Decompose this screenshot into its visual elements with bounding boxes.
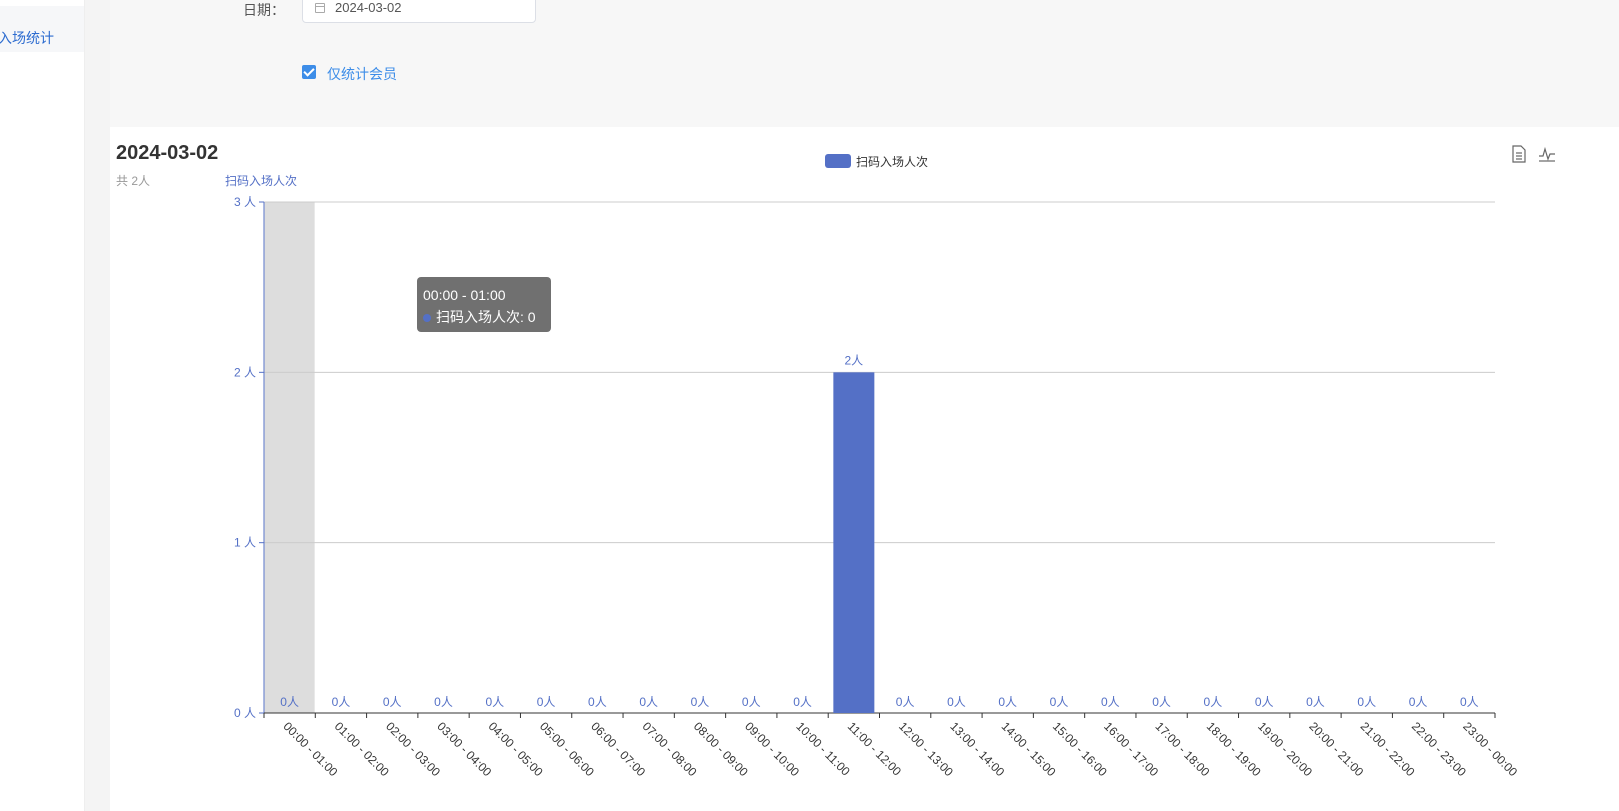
bar bbox=[833, 372, 875, 713]
bar-value-label: 0人 bbox=[896, 695, 915, 709]
bar-value-label: 0人 bbox=[1204, 695, 1223, 709]
bar-value-label: 0人 bbox=[742, 695, 761, 709]
y-tick-label: 2 人 bbox=[234, 365, 256, 379]
bar-value-label: 0人 bbox=[947, 695, 966, 709]
bar-value-label: 0人 bbox=[1050, 695, 1069, 709]
tooltip-row: 扫码入场人次: 0 bbox=[423, 306, 545, 328]
bar-value-label: 0人 bbox=[1460, 695, 1479, 709]
bar-value-label: 2人 bbox=[845, 353, 864, 367]
bar-value-label: 0人 bbox=[434, 695, 453, 709]
tooltip-row-text: 扫码入场人次: 0 bbox=[436, 309, 536, 325]
bar-value-label: 0人 bbox=[1101, 695, 1120, 709]
bar-value-label: 0人 bbox=[1152, 695, 1171, 709]
page: 入场统计 日期： 2024-03-02 仅统计会员 2024-03-02 共 2… bbox=[0, 0, 1619, 811]
bar-value-label: 0人 bbox=[1306, 695, 1325, 709]
bar-value-label: 0人 bbox=[280, 695, 299, 709]
tooltip-title: 00:00 - 01:00 bbox=[423, 287, 506, 303]
bar-value-label: 0人 bbox=[485, 695, 504, 709]
x-tick-label: 10:00 - 11:00 bbox=[793, 719, 853, 779]
bar-value-label: 0人 bbox=[1409, 695, 1428, 709]
bar-value-label: 0人 bbox=[332, 695, 351, 709]
bar-value-label: 0人 bbox=[383, 695, 402, 709]
bar-value-label: 0人 bbox=[537, 695, 556, 709]
tooltip-series-dot bbox=[423, 314, 431, 323]
bar-value-label: 0人 bbox=[1255, 695, 1274, 709]
bar-value-label: 0人 bbox=[793, 695, 812, 709]
y-tick-label: 3 人 bbox=[234, 195, 256, 209]
y-tick-label: 0 人 bbox=[234, 706, 256, 720]
bar-value-label: 0人 bbox=[691, 695, 710, 709]
x-tick-label: 23:00 - 00:00 bbox=[1460, 719, 1520, 779]
bar-value-label: 0人 bbox=[588, 695, 607, 709]
x-tick-label: 11:00 - 12:00 bbox=[845, 719, 905, 779]
bar-value-label: 0人 bbox=[639, 695, 658, 709]
bar-value-label: 0人 bbox=[1357, 695, 1376, 709]
bar-value-label: 0人 bbox=[998, 695, 1017, 709]
bar-chart: 0 人1 人2 人3 人0人00:00 - 01:000人01:00 - 02:… bbox=[234, 195, 1520, 779]
chart-tooltip: 00:00 - 01:00 扫码入场人次: 0 bbox=[417, 277, 551, 332]
hover-highlight-band bbox=[264, 202, 315, 713]
y-tick-label: 1 人 bbox=[234, 536, 256, 550]
